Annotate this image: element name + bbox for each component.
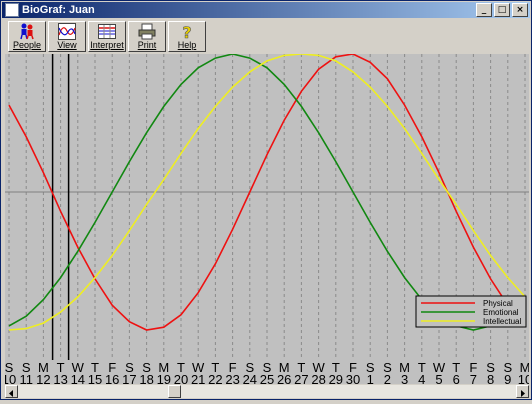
close-button[interactable]: × [512, 3, 528, 17]
print-button[interactable]: Print [128, 21, 166, 52]
day-tick-label: 23 [225, 372, 239, 384]
day-tick-label: 26 [277, 372, 291, 384]
people-button[interactable]: People [8, 21, 46, 52]
day-tick-label: 10 [518, 372, 529, 384]
day-tick-label: 12 [36, 372, 50, 384]
day-tick-label: 5 [435, 372, 442, 384]
printer-icon [138, 23, 156, 40]
day-tick-label: 24 [243, 372, 257, 384]
legend-label-physical: Physical [483, 299, 513, 308]
title-bar: BioGraf: Juan _ □ × [2, 2, 530, 18]
toolbar: People View Interpret Print ? Help [2, 19, 530, 53]
scroll-right-button[interactable] [516, 385, 529, 398]
chart-legend: PhysicalEmotionalIntellectual [415, 295, 527, 328]
day-tick-label: 16 [105, 372, 119, 384]
view-button[interactable]: View [48, 21, 86, 52]
day-tick-label: 13 [53, 372, 67, 384]
day-tick-label: 2 [384, 372, 391, 384]
day-tick-label: 11 [19, 372, 33, 384]
right-arrow-icon [521, 390, 525, 397]
app-window: BioGraf: Juan _ □ × People View Interpre… [0, 0, 532, 400]
window-buttons: _ □ × [474, 3, 528, 17]
maximize-button[interactable]: □ [494, 3, 510, 17]
day-tick-label: 10 [5, 372, 16, 384]
interpret-table-icon [98, 24, 116, 39]
app-icon [5, 3, 19, 17]
legend-label-intellectual: Intellectual [483, 317, 521, 326]
legend-label-emotional: Emotional [483, 308, 519, 317]
day-tick-label: 4 [418, 372, 425, 384]
day-tick-label: 20 [174, 372, 188, 384]
day-tick-label: 7 [470, 372, 477, 384]
day-tick-label: 3 [401, 372, 408, 384]
day-tick-label: 19 [157, 372, 171, 384]
day-tick-label: 25 [260, 372, 274, 384]
horizontal-scrollbar[interactable] [5, 385, 529, 398]
day-tick-label: 14 [71, 372, 85, 384]
svg-text:?: ? [182, 23, 191, 40]
day-tick-label: 29 [329, 372, 343, 384]
view-label: View [57, 40, 77, 50]
day-tick-label: 6 [453, 372, 460, 384]
day-tick-label: 28 [311, 372, 325, 384]
window-title: BioGraf: Juan [22, 4, 95, 16]
day-tick-label: 21 [191, 372, 205, 384]
day-tick-label: 22 [208, 372, 222, 384]
scroll-left-button[interactable] [5, 385, 18, 398]
day-tick-label: 1 [367, 372, 374, 384]
people-icon [20, 23, 34, 40]
biorhythm-chart[interactable]: S S M T W T F S S M T W T F S S M T W T F S S M T W T F S S M 10 11 12 13 1… [5, 54, 529, 384]
day-tick-label: 27 [294, 372, 308, 384]
interpret-label: Interpret [90, 40, 124, 50]
interpret-button[interactable]: Interpret [88, 21, 126, 52]
day-tick-label: 30 [346, 372, 360, 384]
day-tick-label: 8 [487, 372, 494, 384]
day-tick-label: 9 [504, 372, 511, 384]
day-tick-label: 17 [122, 372, 136, 384]
print-label: Print [137, 40, 157, 50]
help-question-icon: ? [182, 23, 192, 40]
help-button[interactable]: ? Help [168, 21, 206, 52]
left-arrow-icon [9, 390, 13, 397]
day-tick-label: 15 [88, 372, 102, 384]
scrollbar-thumb[interactable] [168, 385, 181, 398]
view-chart-icon [58, 23, 76, 40]
people-label: People [12, 40, 42, 50]
minimize-button[interactable]: _ [476, 3, 492, 17]
chart-svg: S S M T W T F S S M T W T F S S M T W T F S S M T W T F S S M10 11 12 13 1… [5, 54, 529, 384]
help-label: Help [177, 40, 197, 50]
day-tick-label: 18 [139, 372, 153, 384]
